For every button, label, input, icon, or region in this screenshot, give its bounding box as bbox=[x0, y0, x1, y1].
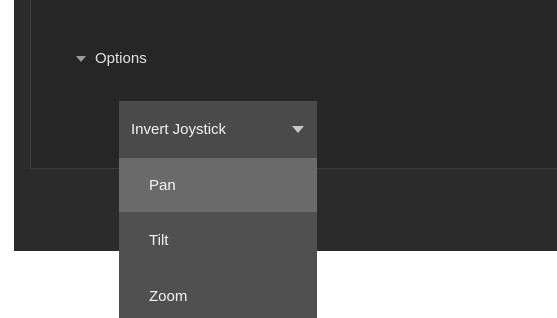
menu-item-zoom[interactable]: Zoom bbox=[119, 268, 317, 318]
menu-item-label: Tilt bbox=[149, 231, 169, 249]
options-label: Options bbox=[95, 49, 147, 67]
menu-item-label: Zoom bbox=[149, 287, 188, 305]
menu-item-tilt[interactable]: Tilt bbox=[119, 212, 317, 268]
dropdown-menu: Pan Tilt Zoom bbox=[119, 158, 317, 318]
options-toggle[interactable]: Options bbox=[76, 44, 147, 72]
chevron-down-icon bbox=[292, 126, 304, 133]
triangle-down-icon bbox=[76, 55, 86, 62]
menu-item-label: Pan bbox=[149, 176, 176, 194]
screen: Options Invert Joystick Pan Tilt Zoom bbox=[0, 0, 557, 318]
invert-joystick-select[interactable]: Invert Joystick bbox=[119, 101, 317, 158]
select-value: Invert Joystick bbox=[131, 121, 227, 138]
menu-item-pan[interactable]: Pan bbox=[119, 158, 317, 212]
